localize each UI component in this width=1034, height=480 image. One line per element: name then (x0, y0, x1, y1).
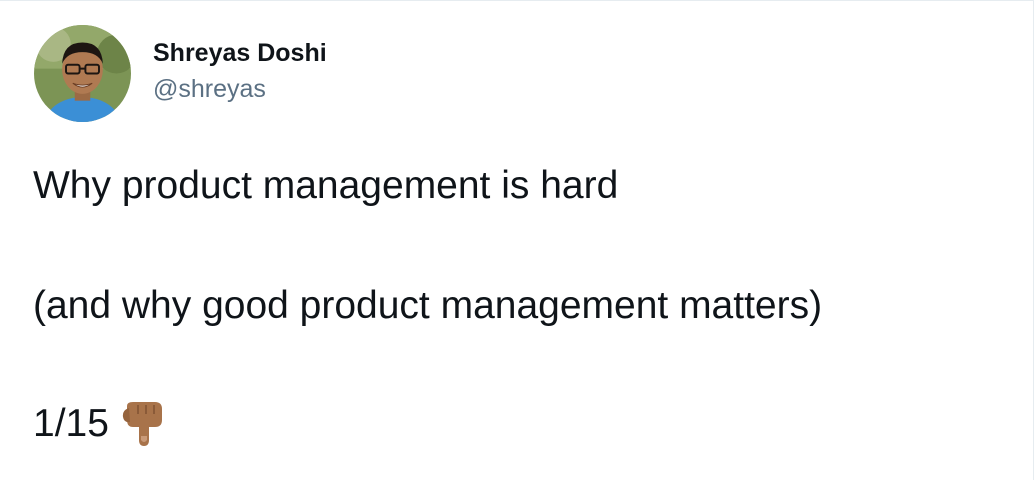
backhand-index-pointing-down-icon (121, 400, 167, 448)
tweet-text-line-1: Why product management is hard (33, 164, 619, 207)
avatar[interactable] (34, 25, 131, 122)
author-info: Shreyas Doshi @shreyas (153, 37, 327, 105)
author-handle[interactable]: @shreyas (153, 73, 327, 105)
tweet-card: Shreyas Doshi @shreyas Why product manag… (0, 0, 1034, 480)
tweet-text-line-2: (and why good product management matters… (33, 284, 823, 327)
thread-counter: 1/15 (33, 402, 109, 445)
author-display-name[interactable]: Shreyas Doshi (153, 37, 327, 69)
tweet-text-line-3: 1/15 (33, 400, 167, 448)
avatar-image (34, 25, 131, 122)
